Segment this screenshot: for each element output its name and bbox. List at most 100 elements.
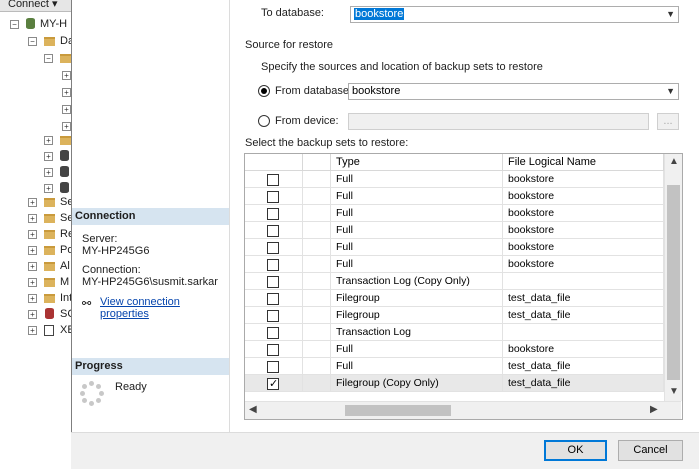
tree-node[interactable]: +	[0, 101, 76, 117]
restore-cell[interactable]	[245, 324, 303, 341]
tree-node[interactable]: +	[0, 84, 76, 100]
tree-node[interactable]: +	[0, 67, 76, 83]
expand-icon[interactable]: +	[28, 326, 37, 335]
restore-cell[interactable]	[245, 171, 303, 188]
ok-button[interactable]: OK	[544, 440, 607, 461]
restore-checkbox[interactable]	[267, 327, 279, 339]
expand-icon[interactable]: +	[44, 136, 53, 145]
expand-icon[interactable]: +	[44, 168, 53, 177]
expand-icon[interactable]: +	[44, 152, 53, 161]
tree-node-databases[interactable]: − Da	[0, 33, 76, 49]
from-device-radio[interactable]	[258, 115, 270, 127]
scroll-right-icon[interactable]: ▶	[650, 404, 658, 415]
restore-cell[interactable]: ✓	[245, 375, 303, 392]
vertical-scroll-thumb[interactable]	[667, 185, 680, 380]
tree-node-xevent[interactable]: + XE	[0, 322, 76, 338]
table-row[interactable]: Filegroup test_data_file	[245, 290, 664, 307]
restore-cell[interactable]	[245, 188, 303, 205]
view-connection-properties-link[interactable]: View connection properties	[100, 296, 229, 320]
expand-icon[interactable]: +	[28, 310, 37, 319]
restore-cell[interactable]	[245, 273, 303, 290]
expand-icon[interactable]: +	[28, 214, 37, 223]
chevron-down-icon[interactable]: ▼	[666, 84, 675, 99]
restore-checkbox[interactable]	[267, 361, 279, 373]
grid-header-file-logical-name[interactable]: File Logical Name	[503, 154, 664, 171]
restore-checkbox[interactable]	[267, 259, 279, 271]
restore-checkbox[interactable]	[267, 174, 279, 186]
scroll-left-icon[interactable]: ◀	[249, 404, 257, 415]
restore-cell[interactable]	[245, 239, 303, 256]
grid-header-restore[interactable]	[245, 154, 303, 171]
table-row[interactable]: Full bookstore	[245, 341, 664, 358]
restore-checkbox[interactable]	[267, 344, 279, 356]
restore-cell[interactable]	[245, 358, 303, 375]
grid-header-blank[interactable]	[303, 154, 331, 171]
restore-checkbox[interactable]	[267, 293, 279, 305]
from-device-label[interactable]: From device:	[275, 115, 339, 127]
table-row[interactable]: ✓ Filegroup (Copy Only) test_data_file	[245, 375, 664, 392]
tree-node-folder[interactable]: + Po	[0, 242, 76, 258]
table-row[interactable]: Full bookstore	[245, 205, 664, 222]
expand-icon[interactable]: +	[62, 71, 71, 80]
collapse-icon[interactable]: −	[28, 37, 37, 46]
tree-node-folder[interactable]: + Al	[0, 258, 76, 274]
restore-cell[interactable]	[245, 290, 303, 307]
table-row[interactable]: Filegroup test_data_file	[245, 307, 664, 324]
expand-icon[interactable]: +	[28, 246, 37, 255]
browse-device-button[interactable]: ...	[657, 113, 679, 130]
expand-icon[interactable]: +	[62, 122, 71, 131]
restore-checkbox[interactable]	[267, 276, 279, 288]
collapse-icon[interactable]: −	[10, 20, 19, 29]
scroll-up-icon[interactable]: ▲	[669, 156, 679, 167]
expand-icon[interactable]: +	[28, 278, 37, 287]
vertical-scrollbar[interactable]: ▲ ▼	[664, 154, 682, 401]
tree-node-db[interactable]: +	[0, 164, 76, 180]
collapse-icon[interactable]: −	[44, 54, 53, 63]
restore-checkbox[interactable]	[267, 191, 279, 203]
tree-node-db[interactable]: +	[0, 148, 76, 164]
restore-cell[interactable]	[245, 307, 303, 324]
restore-cell[interactable]	[245, 222, 303, 239]
restore-checkbox[interactable]	[267, 225, 279, 237]
table-row[interactable]: Full bookstore	[245, 222, 664, 239]
table-row[interactable]: Full bookstore	[245, 239, 664, 256]
tree-node-system-db[interactable]: −	[0, 50, 76, 66]
connect-button[interactable]: Connect ▾	[8, 0, 58, 10]
restore-cell[interactable]	[245, 341, 303, 358]
expand-icon[interactable]: +	[28, 262, 37, 271]
tree-node-server[interactable]: − MY-H	[0, 16, 76, 32]
expand-icon[interactable]: +	[28, 294, 37, 303]
tree-node-folder[interactable]: + Se	[0, 194, 76, 210]
tree-node-snapshots[interactable]: +	[0, 132, 76, 148]
table-row[interactable]: Transaction Log	[245, 324, 664, 341]
table-row[interactable]: Transaction Log (Copy Only)	[245, 273, 664, 290]
table-row[interactable]: Full bookstore	[245, 256, 664, 273]
horizontal-scrollbar[interactable]: ◀ ▶	[245, 401, 681, 419]
expand-icon[interactable]: +	[28, 230, 37, 239]
to-database-combo[interactable]: bookstore ▼	[350, 6, 679, 23]
tree-node-agent[interactable]: + SC	[0, 306, 76, 322]
grid-header-type[interactable]: Type	[331, 154, 503, 171]
chevron-down-icon[interactable]: ▼	[666, 7, 675, 22]
expand-icon[interactable]: +	[44, 184, 53, 193]
table-row[interactable]: Full bookstore	[245, 171, 664, 188]
from-database-radio[interactable]	[258, 85, 270, 97]
scroll-down-icon[interactable]: ▼	[669, 386, 679, 397]
restore-cell[interactable]	[245, 256, 303, 273]
restore-cell[interactable]	[245, 205, 303, 222]
horizontal-scroll-thumb[interactable]	[345, 405, 451, 416]
expand-icon[interactable]: +	[28, 198, 37, 207]
cancel-button[interactable]: Cancel	[618, 440, 683, 461]
tree-node-folder[interactable]: + Se	[0, 210, 76, 226]
expand-icon[interactable]: +	[62, 105, 71, 114]
restore-checkbox[interactable]	[267, 242, 279, 254]
tree-node-folder[interactable]: + M	[0, 274, 76, 290]
from-database-label[interactable]: From database:	[275, 85, 352, 97]
expand-icon[interactable]: +	[62, 88, 71, 97]
from-database-combo[interactable]: bookstore ▼	[348, 83, 679, 100]
table-row[interactable]: Full bookstore	[245, 188, 664, 205]
restore-checkbox[interactable]	[267, 208, 279, 220]
tree-node-folder[interactable]: + Re	[0, 226, 76, 242]
restore-checkbox[interactable]: ✓	[267, 378, 279, 390]
table-row[interactable]: Full test_data_file	[245, 358, 664, 375]
